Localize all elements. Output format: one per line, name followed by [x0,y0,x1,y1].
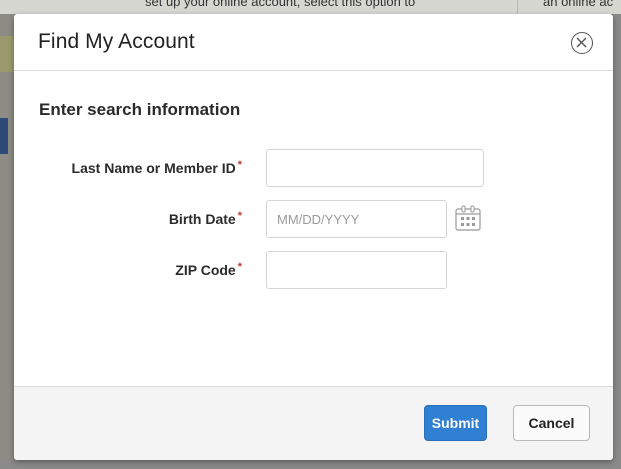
close-icon [576,37,587,48]
section-title: Enter search information [39,100,241,119]
background-bottom-edge [0,460,621,469]
last-name-label: Last Name or Member ID * [71,159,242,176]
last-name-label-text: Last Name or Member ID [71,160,236,176]
background-text: set up your online account, select this … [145,0,416,9]
calendar-icon[interactable] [454,204,482,232]
background-right-edge [613,14,621,469]
dialog-title: Find My Account [38,30,195,53]
birth-date-label-text: Birth Date [168,211,236,227]
required-marker: * [237,159,242,171]
birth-date-label: Birth Date * [168,210,242,227]
background-page-strip: set up your online account, select this … [0,0,621,14]
required-marker: * [237,261,242,273]
background-stripe [0,36,14,72]
background-text: an online ac [543,0,614,9]
last-name-input[interactable] [266,149,484,187]
cancel-button[interactable]: Cancel [513,405,590,441]
required-marker: * [237,210,242,222]
background-divider [517,0,518,14]
background-stripe [0,118,8,154]
zip-code-input[interactable] [266,251,447,289]
birth-date-input[interactable] [266,200,447,238]
dialog-footer: Submit Cancel [14,386,613,460]
zip-code-label: ZIP Code * [175,261,242,278]
dialog-header: Find My Account [14,14,613,71]
close-button[interactable] [571,32,593,54]
zip-code-label-text: ZIP Code [175,262,236,278]
find-account-dialog: Find My Account Enter search information… [14,14,613,460]
submit-button[interactable]: Submit [424,405,487,441]
screen: set up your online account, select this … [0,0,621,469]
background-left-edge [0,14,14,469]
